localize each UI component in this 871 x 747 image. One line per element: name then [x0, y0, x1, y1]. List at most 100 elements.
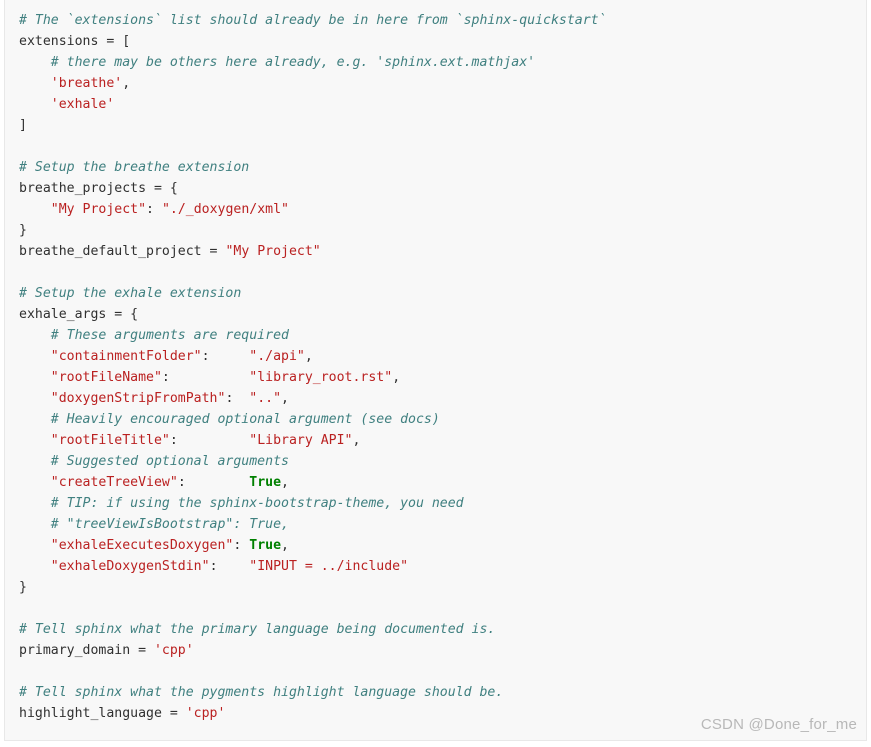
code-text: :: [169, 433, 250, 448]
code-text: }: [19, 223, 27, 238]
code-string: "library_root.rst": [249, 370, 393, 385]
code-line: extensions = [: [19, 31, 866, 52]
code-text: }: [19, 580, 27, 595]
code-line: "containmentFolder": "./api",: [19, 346, 866, 367]
code-string: "./_doxygen/xml": [161, 202, 289, 217]
code-text: :: [209, 559, 250, 574]
code-comment: # Tell sphinx what the pygments highligh…: [19, 685, 504, 700]
code-line: "createTreeView": True,: [19, 472, 866, 493]
code-text: :: [225, 391, 250, 406]
code-block: # The `extensions` list should already b…: [4, 0, 867, 741]
code-comment: # These arguments are required: [19, 328, 289, 343]
code-comment: # "treeViewIsBootstrap": True,: [19, 517, 289, 532]
code-line: "My Project": "./_doxygen/xml": [19, 199, 866, 220]
code-text: ,: [281, 538, 289, 553]
code-comment: # Setup the breathe extension: [19, 160, 250, 175]
code-text: :: [177, 475, 250, 490]
code-text: ,: [281, 475, 289, 490]
code-string: "rootFileTitle": [50, 433, 170, 448]
code-line: # there may be others here already, e.g.…: [19, 52, 866, 73]
code-line: "exhaleExecutesDoxygen": True,: [19, 535, 866, 556]
csdn-watermark: CSDN @Done_for_me: [700, 716, 857, 733]
code-string: "containmentFolder": [50, 349, 202, 364]
code-line: # The `extensions` list should already b…: [19, 10, 866, 31]
code-text: breathe_default_project =: [19, 244, 226, 259]
code-text: :: [201, 349, 250, 364]
code-line: # "treeViewIsBootstrap": True,: [19, 514, 866, 535]
code-line: # Suggested optional arguments: [19, 451, 866, 472]
code-string: 'exhale': [50, 97, 115, 112]
code-text: ]: [19, 118, 27, 133]
code-string: "My Project": [50, 202, 147, 217]
code-text: breathe_projects = {: [19, 181, 178, 196]
code-string: "Library API": [249, 433, 353, 448]
code-text: :: [161, 370, 250, 385]
code-string: "exhaleDoxygenStdin": [50, 559, 210, 574]
code-keyword: True: [249, 475, 282, 490]
code-text: highlight_language =: [19, 706, 186, 721]
code-text: :: [233, 538, 250, 553]
code-text: exhale_args = {: [19, 307, 139, 322]
code-string: "My Project": [225, 244, 321, 259]
code-string: "rootFileName": [50, 370, 162, 385]
code-line: "doxygenStripFromPath": "..",: [19, 388, 866, 409]
code-line: # These arguments are required: [19, 325, 866, 346]
code-text: ,: [392, 370, 401, 385]
code-line: # Tell sphinx what the pygments highligh…: [19, 682, 866, 703]
code-text: ,: [122, 76, 131, 91]
code-line: # Setup the exhale extension: [19, 283, 866, 304]
code-line: # Setup the breathe extension: [19, 157, 866, 178]
code-comment: # The `extensions` list should already b…: [19, 13, 607, 28]
code-text: ,: [304, 349, 313, 364]
code-line: exhale_args = {: [19, 304, 866, 325]
code-string: "./api": [249, 349, 305, 364]
code-comment: # Heavily encouraged optional argument (…: [19, 412, 440, 427]
code-line: }: [19, 577, 866, 598]
code-comment: # Setup the exhale extension: [19, 286, 242, 301]
code-line: breathe_projects = {: [19, 178, 866, 199]
code-string: "INPUT = ../include": [249, 559, 409, 574]
code-line: "rootFileName": "library_root.rst",: [19, 367, 866, 388]
code-content[interactable]: # The `extensions` list should already b…: [5, 0, 866, 724]
code-string: "..": [249, 391, 282, 406]
code-comment: # Suggested optional arguments: [19, 454, 289, 469]
code-string: "doxygenStripFromPath": [50, 391, 226, 406]
code-comment: # TIP: if using the sphinx-bootstrap-the…: [19, 496, 464, 511]
code-text: primary_domain =: [19, 643, 154, 658]
code-text: ,: [281, 391, 289, 406]
code-line: }: [19, 220, 866, 241]
code-line: 'exhale': [19, 94, 866, 115]
code-comment: # Tell sphinx what the primary language …: [19, 622, 496, 637]
code-line: primary_domain = 'cpp': [19, 640, 866, 661]
code-line: breathe_default_project = "My Project": [19, 241, 866, 262]
code-line: "rootFileTitle": "Library API",: [19, 430, 866, 451]
code-text: :: [146, 202, 162, 217]
code-string: 'cpp': [153, 643, 194, 658]
code-line: # Heavily encouraged optional argument (…: [19, 409, 866, 430]
code-line: # Tell sphinx what the primary language …: [19, 619, 866, 640]
code-string: "exhaleExecutesDoxygen": [50, 538, 234, 553]
code-line: "exhaleDoxygenStdin": "INPUT = ../includ…: [19, 556, 866, 577]
code-keyword: True: [249, 538, 282, 553]
code-string: "createTreeView": [50, 475, 178, 490]
code-text: extensions = [: [19, 34, 131, 49]
code-line: # TIP: if using the sphinx-bootstrap-the…: [19, 493, 866, 514]
code-text: ,: [352, 433, 361, 448]
code-string: 'breathe': [50, 76, 123, 91]
code-line: ]: [19, 115, 866, 136]
code-comment: # there may be others here already, e.g.…: [19, 55, 536, 70]
